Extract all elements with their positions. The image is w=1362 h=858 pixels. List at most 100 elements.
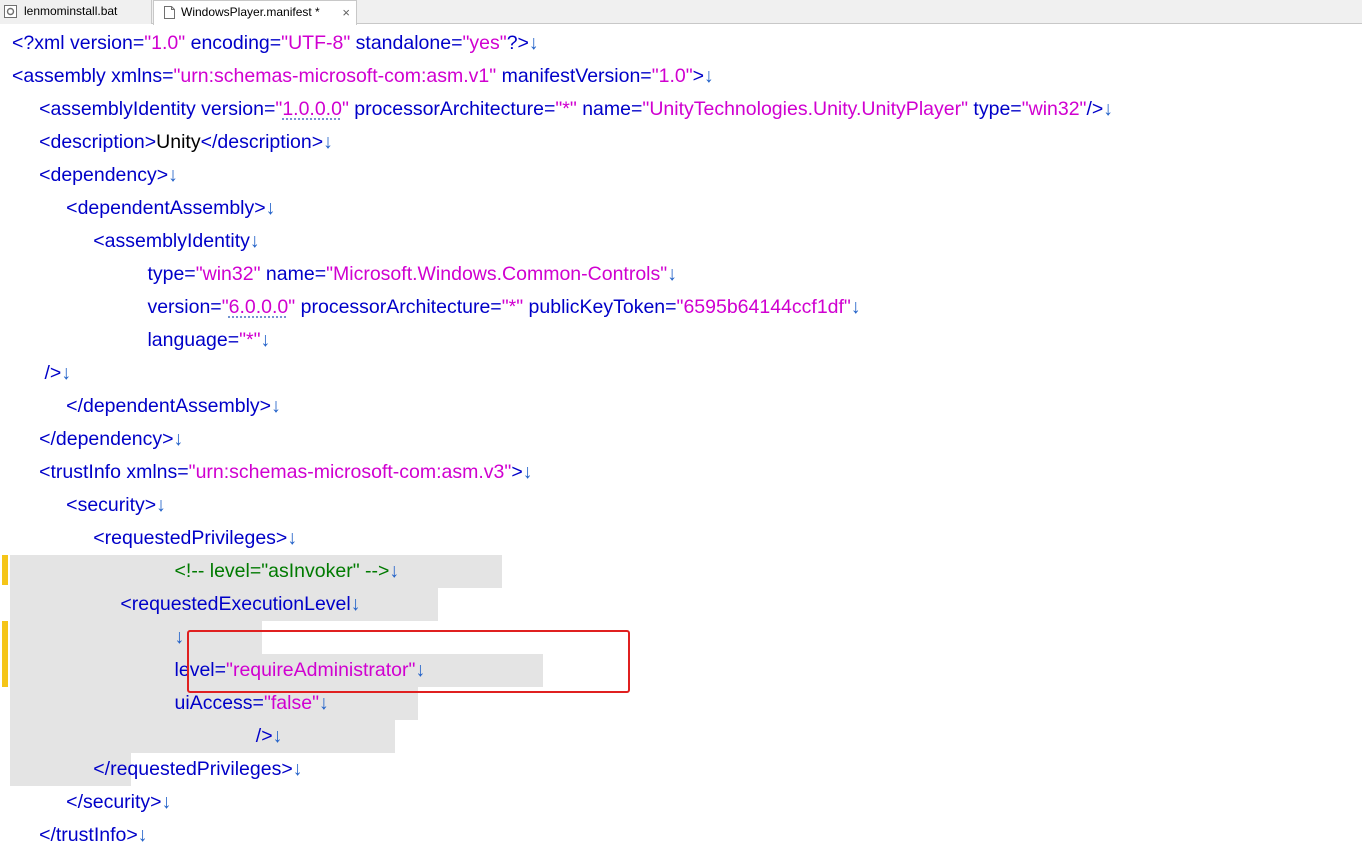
code-token: <trustInfo xmlns=: [12, 461, 189, 483]
eol-marker-icon: ↓: [292, 758, 303, 780]
code-line: </security>↓: [12, 786, 171, 819]
code-token: </trustInfo>: [12, 824, 138, 846]
code-line: </trustInfo>↓: [12, 819, 147, 852]
code-line: <description>Unity</description>↓: [12, 126, 333, 159]
code-line: ↓: [12, 621, 185, 654]
text-editor[interactable]: <?xml version="1.0" encoding="UTF-8" sta…: [0, 25, 1362, 858]
eol-marker-icon: ↓: [174, 626, 185, 648]
code-token: type=: [12, 263, 196, 285]
code-token: "Microsoft.Windows.Common-Controls": [326, 263, 668, 285]
code-token: </dependentAssembly>: [12, 395, 272, 417]
code-line: <assemblyIdentity version="1.0.0.0" proc…: [12, 93, 1113, 126]
code-token: <requestedExecutionLevel: [12, 593, 351, 615]
code-line: <security>↓: [12, 489, 166, 522]
code-token: type=: [968, 98, 1022, 120]
code-line: <trustInfo xmlns="urn:schemas-microsoft-…: [12, 456, 532, 489]
code-token: "*": [501, 296, 524, 318]
eol-marker-icon: ↓: [61, 362, 72, 384]
code-token: processorArchitecture=: [348, 98, 556, 120]
code-line: <requestedPrivileges>↓: [12, 522, 297, 555]
code-token: name=: [260, 263, 327, 285]
eol-marker-icon: ↓: [319, 692, 329, 714]
code-token: />: [12, 725, 273, 747]
eol-marker-icon: ↓: [350, 593, 361, 615]
code-line: <?xml version="1.0" encoding="UTF-8" sta…: [12, 27, 539, 60]
code-token: <?xml version=: [12, 32, 145, 54]
eol-marker-icon: ↓: [271, 395, 281, 417]
eol-marker-icon: ↓: [265, 197, 276, 219]
code-token: <assemblyIdentity version=: [12, 98, 276, 120]
code-token: "urn:schemas-microsoft-com:asm.v1": [173, 65, 497, 87]
tab-windowsplayer-manifest[interactable]: WindowsPlayer.manifest * ×: [153, 0, 357, 25]
code-token: ": [341, 98, 349, 120]
code-line: <dependency>↓: [12, 159, 178, 192]
eol-marker-icon: ↓: [173, 428, 184, 450]
code-line: <!-- level="asInvoker" -->↓: [12, 555, 400, 588]
change-marker: [2, 555, 8, 585]
eol-marker-icon: ↓: [272, 725, 283, 747]
code-line: language="*"↓: [12, 324, 270, 357]
tab-lenmominstall[interactable]: lenmominstall.bat: [0, 0, 152, 24]
code-token: </description>: [200, 131, 324, 153]
eol-marker-icon: ↓: [1103, 98, 1114, 120]
code-line: />↓: [12, 357, 72, 390]
code-token: "1.0": [144, 32, 186, 54]
tab-label: lenmominstall.bat: [24, 4, 118, 18]
code-token: Unity: [156, 131, 201, 153]
code-token: standalone=: [350, 32, 463, 54]
code-token: </dependency>: [12, 428, 174, 450]
document-icon: [164, 6, 175, 19]
code-token: <assembly xmlns=: [12, 65, 174, 87]
code-token: <requestedPrivileges>: [12, 527, 288, 549]
tab-label: WindowsPlayer.manifest *: [181, 5, 320, 19]
code-token: "win32": [1021, 98, 1087, 120]
code-token: uiAccess=: [12, 692, 264, 714]
code-line: <assemblyIdentity↓: [12, 225, 260, 258]
code-token: />: [1086, 98, 1104, 120]
eol-marker-icon: ↓: [287, 527, 298, 549]
code-token: </security>: [12, 791, 162, 813]
code-token: "1.0": [651, 65, 693, 87]
code-token: <!-- level="asInvoker" -->: [12, 560, 390, 582]
eol-marker-icon: ↓: [249, 230, 260, 252]
code-line: <assembly xmlns="urn:schemas-microsoft-c…: [12, 60, 714, 93]
change-marker: [2, 621, 8, 687]
eol-marker-icon: ↓: [137, 824, 148, 846]
tab-bar: lenmominstall.bat WindowsPlayer.manifest…: [0, 0, 1362, 25]
code-token: manifestVersion=: [496, 65, 652, 87]
eol-marker-icon: ↓: [260, 329, 271, 351]
code-token: "false": [263, 692, 319, 714]
eol-marker-icon: ↓: [389, 560, 400, 582]
eol-marker-icon: ↓: [850, 296, 861, 318]
code-token: 6.0.0.0: [228, 296, 289, 318]
code-token: <description>: [12, 131, 157, 153]
code-token: 1.0.0.0: [282, 98, 342, 120]
code-token: <security>: [12, 494, 157, 516]
code-token: "win32": [195, 263, 261, 285]
code-token: "UTF-8": [281, 32, 351, 54]
code-token: publicKeyToken=: [523, 296, 677, 318]
code-token: language=: [12, 329, 240, 351]
eol-marker-icon: ↓: [528, 32, 539, 54]
code-token: />: [12, 362, 62, 384]
eol-marker-icon: ↓: [168, 164, 178, 186]
code-line: type="win32" name="Microsoft.Windows.Com…: [12, 258, 677, 291]
code-token: >: [692, 65, 705, 87]
code-line: </dependency>↓: [12, 423, 183, 456]
eol-marker-icon: ↓: [323, 131, 333, 153]
highlight-box: [187, 630, 630, 693]
code-token: >: [511, 461, 523, 483]
code-token: </requestedPrivileges>: [12, 758, 293, 780]
close-icon[interactable]: ×: [342, 1, 350, 24]
code-token: "*": [555, 98, 577, 120]
code-token: ?>: [506, 32, 529, 54]
code-token: <dependentAssembly>: [12, 197, 266, 219]
code-line: </requestedPrivileges>↓: [12, 753, 302, 786]
eol-marker-icon: ↓: [704, 65, 714, 87]
gear-file-icon: [4, 5, 17, 18]
code-token: <assemblyIdentity: [12, 230, 250, 252]
code-token: "UnityTechnologies.Unity.UnityPlayer": [642, 98, 969, 120]
code-line: </dependentAssembly>↓: [12, 390, 281, 423]
code-token: encoding=: [185, 32, 282, 54]
